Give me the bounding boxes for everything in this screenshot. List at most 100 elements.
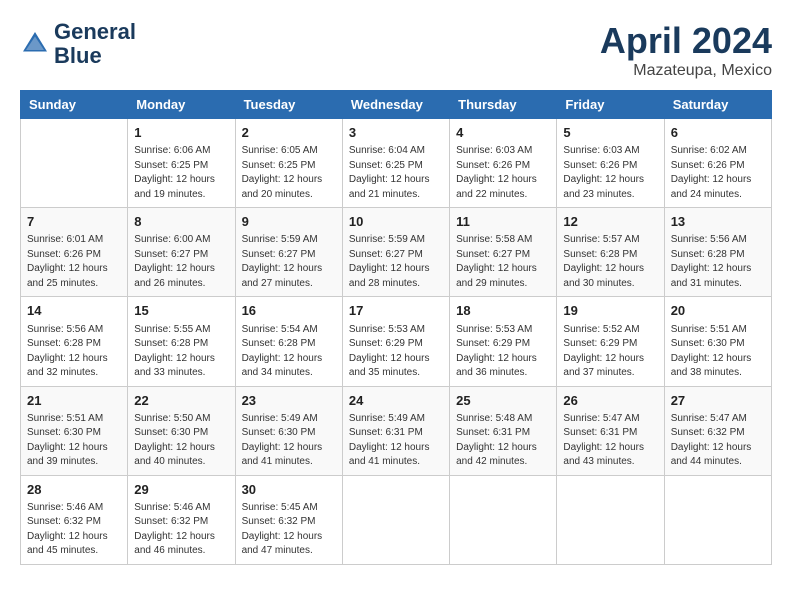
day-number: 2 (242, 124, 336, 142)
day-info: Sunrise: 6:03 AM Sunset: 6:26 PM Dayligh… (456, 144, 550, 202)
calendar-cell: 18 Sunrise: 5:53 AM Sunset: 6:29 PM Dayli… (450, 297, 557, 386)
calendar-cell (557, 475, 664, 564)
day-number: 12 (563, 213, 657, 231)
calendar-cell: 27 Sunrise: 5:47 AM Sunset: 6:32 PM Dayli… (664, 386, 771, 475)
day-info: Sunrise: 6:02 AM Sunset: 6:26 PM Dayligh… (671, 144, 765, 202)
calendar-cell: 24 Sunrise: 5:49 AM Sunset: 6:31 PM Dayli… (342, 386, 449, 475)
calendar-cell (450, 475, 557, 564)
page-header: General Blue April 2024 Mazateupa, Mexic… (20, 20, 772, 80)
day-info: Sunrise: 5:47 AM Sunset: 6:32 PM Dayligh… (671, 412, 765, 470)
day-number: 5 (563, 124, 657, 142)
day-number: 1 (134, 124, 228, 142)
day-info: Sunrise: 5:51 AM Sunset: 6:30 PM Dayligh… (671, 323, 765, 381)
day-number: 10 (349, 213, 443, 231)
day-number: 19 (563, 302, 657, 320)
weekday-header-wednesday: Wednesday (342, 91, 449, 119)
calendar-cell: 19 Sunrise: 5:52 AM Sunset: 6:29 PM Dayli… (557, 297, 664, 386)
calendar-cell: 20 Sunrise: 5:51 AM Sunset: 6:30 PM Dayli… (664, 297, 771, 386)
calendar-cell: 10 Sunrise: 5:59 AM Sunset: 6:27 PM Dayli… (342, 208, 449, 297)
calendar-week-5: 28 Sunrise: 5:46 AM Sunset: 6:32 PM Dayli… (21, 475, 772, 564)
day-info: Sunrise: 6:04 AM Sunset: 6:25 PM Dayligh… (349, 144, 443, 202)
weekday-header-monday: Monday (128, 91, 235, 119)
calendar-cell: 3 Sunrise: 6:04 AM Sunset: 6:25 PM Daylig… (342, 119, 449, 208)
calendar-cell: 30 Sunrise: 5:45 AM Sunset: 6:32 PM Dayli… (235, 475, 342, 564)
day-number: 3 (349, 124, 443, 142)
calendar-subtitle: Mazateupa, Mexico (600, 62, 772, 80)
calendar-week-2: 7 Sunrise: 6:01 AM Sunset: 6:26 PM Daylig… (21, 208, 772, 297)
calendar-cell: 22Sunrise: 5:50 AM Sunset: 6:30 PM Dayli… (128, 386, 235, 475)
day-info: Sunrise: 5:59 AM Sunset: 6:27 PM Dayligh… (349, 233, 443, 291)
calendar-cell: 13Sunrise: 5:56 AM Sunset: 6:28 PM Dayli… (664, 208, 771, 297)
day-info: Sunrise: 6:00 AM Sunset: 6:27 PM Dayligh… (134, 233, 228, 291)
calendar-cell: 7 Sunrise: 6:01 AM Sunset: 6:26 PM Daylig… (21, 208, 128, 297)
day-number: 18 (456, 302, 550, 320)
day-info: Sunrise: 5:57 AM Sunset: 6:28 PM Dayligh… (563, 233, 657, 291)
day-number: 11 (456, 213, 550, 231)
calendar-week-4: 21Sunrise: 5:51 AM Sunset: 6:30 PM Dayli… (21, 386, 772, 475)
day-number: 29 (134, 481, 228, 499)
calendar-cell: 14 Sunrise: 5:56 AM Sunset: 6:28 PM Dayli… (21, 297, 128, 386)
calendar-cell: 6 Sunrise: 6:02 AM Sunset: 6:26 PM Daylig… (664, 119, 771, 208)
day-info: Sunrise: 5:52 AM Sunset: 6:29 PM Dayligh… (563, 323, 657, 381)
day-number: 15 (134, 302, 228, 320)
day-number: 20 (671, 302, 765, 320)
calendar-cell: 17Sunrise: 5:53 AM Sunset: 6:29 PM Dayli… (342, 297, 449, 386)
calendar-cell: 21Sunrise: 5:51 AM Sunset: 6:30 PM Dayli… (21, 386, 128, 475)
day-info: Sunrise: 5:46 AM Sunset: 6:32 PM Dayligh… (27, 501, 121, 559)
day-info: Sunrise: 5:46 AM Sunset: 6:32 PM Dayligh… (134, 501, 228, 559)
weekday-header-tuesday: Tuesday (235, 91, 342, 119)
calendar-week-1: 1Sunrise: 6:06 AM Sunset: 6:25 PM Daylig… (21, 119, 772, 208)
logo: General Blue (20, 20, 136, 68)
weekday-header-friday: Friday (557, 91, 664, 119)
title-block: April 2024 Mazateupa, Mexico (600, 20, 772, 80)
calendar-title: April 2024 (600, 20, 772, 62)
weekday-header-thursday: Thursday (450, 91, 557, 119)
calendar-cell (342, 475, 449, 564)
day-info: Sunrise: 5:53 AM Sunset: 6:29 PM Dayligh… (456, 323, 550, 381)
day-info: Sunrise: 5:54 AM Sunset: 6:28 PM Dayligh… (242, 323, 336, 381)
day-number: 26 (563, 392, 657, 410)
day-info: Sunrise: 5:49 AM Sunset: 6:30 PM Dayligh… (242, 412, 336, 470)
day-info: Sunrise: 5:47 AM Sunset: 6:31 PM Dayligh… (563, 412, 657, 470)
calendar-cell: 8 Sunrise: 6:00 AM Sunset: 6:27 PM Daylig… (128, 208, 235, 297)
logo-text: General Blue (54, 20, 136, 68)
calendar-cell: 5Sunrise: 6:03 AM Sunset: 6:26 PM Daylig… (557, 119, 664, 208)
calendar-header-row: SundayMondayTuesdayWednesdayThursdayFrid… (21, 91, 772, 119)
day-info: Sunrise: 6:05 AM Sunset: 6:25 PM Dayligh… (242, 144, 336, 202)
day-number: 27 (671, 392, 765, 410)
calendar-cell: 16 Sunrise: 5:54 AM Sunset: 6:28 PM Dayli… (235, 297, 342, 386)
calendar-cell: 28 Sunrise: 5:46 AM Sunset: 6:32 PM Dayli… (21, 475, 128, 564)
day-number: 8 (134, 213, 228, 231)
calendar-cell: 2 Sunrise: 6:05 AM Sunset: 6:25 PM Daylig… (235, 119, 342, 208)
day-info: Sunrise: 5:45 AM Sunset: 6:32 PM Dayligh… (242, 501, 336, 559)
day-number: 16 (242, 302, 336, 320)
day-number: 30 (242, 481, 336, 499)
day-number: 7 (27, 213, 121, 231)
calendar-cell: 9Sunrise: 5:59 AM Sunset: 6:27 PM Daylig… (235, 208, 342, 297)
day-number: 24 (349, 392, 443, 410)
weekday-header-sunday: Sunday (21, 91, 128, 119)
calendar-cell: 23 Sunrise: 5:49 AM Sunset: 6:30 PM Dayli… (235, 386, 342, 475)
day-number: 28 (27, 481, 121, 499)
calendar-cell: 4 Sunrise: 6:03 AM Sunset: 6:26 PM Daylig… (450, 119, 557, 208)
calendar-cell: 12 Sunrise: 5:57 AM Sunset: 6:28 PM Dayli… (557, 208, 664, 297)
logo-icon (20, 29, 50, 59)
day-number: 4 (456, 124, 550, 142)
day-number: 21 (27, 392, 121, 410)
calendar-cell (21, 119, 128, 208)
calendar-table: SundayMondayTuesdayWednesdayThursdayFrid… (20, 90, 772, 565)
day-info: Sunrise: 6:01 AM Sunset: 6:26 PM Dayligh… (27, 233, 121, 291)
day-number: 23 (242, 392, 336, 410)
day-number: 6 (671, 124, 765, 142)
day-info: Sunrise: 5:49 AM Sunset: 6:31 PM Dayligh… (349, 412, 443, 470)
weekday-header-saturday: Saturday (664, 91, 771, 119)
day-info: Sunrise: 5:48 AM Sunset: 6:31 PM Dayligh… (456, 412, 550, 470)
calendar-cell: 11 Sunrise: 5:58 AM Sunset: 6:27 PM Dayli… (450, 208, 557, 297)
day-info: Sunrise: 5:50 AM Sunset: 6:30 PM Dayligh… (134, 412, 228, 470)
calendar-cell: 1Sunrise: 6:06 AM Sunset: 6:25 PM Daylig… (128, 119, 235, 208)
day-info: Sunrise: 5:58 AM Sunset: 6:27 PM Dayligh… (456, 233, 550, 291)
calendar-cell: 25Sunrise: 5:48 AM Sunset: 6:31 PM Dayli… (450, 386, 557, 475)
day-info: Sunrise: 5:56 AM Sunset: 6:28 PM Dayligh… (27, 323, 121, 381)
day-number: 14 (27, 302, 121, 320)
day-info: Sunrise: 5:56 AM Sunset: 6:28 PM Dayligh… (671, 233, 765, 291)
